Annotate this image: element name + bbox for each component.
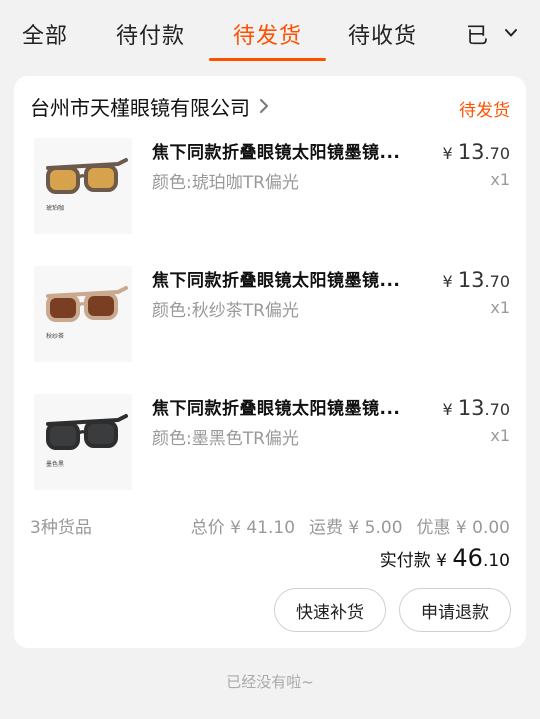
item-price: ¥ 13.70	[443, 140, 510, 164]
item-title[interactable]: 焦下同款折叠眼镜太阳镜墨镜...	[152, 266, 400, 291]
item-spec: 颜色:秋纱茶TR偏光	[152, 301, 299, 321]
product-thumbnail[interactable]: 秋纱茶	[34, 266, 132, 362]
chevron-down-icon[interactable]	[504, 26, 518, 40]
sunglasses-icon	[46, 414, 128, 450]
order-card[interactable]: 台州市天槿眼镜有限公司 待发货 琥珀咖 焦下同款折叠眼镜太阳镜墨镜... 颜色:…	[14, 76, 526, 648]
tab-pending-shipment[interactable]: 待发货	[233, 18, 302, 50]
price-summary: 总价 ¥ 41.10 运费 ¥ 5.00 优惠 ¥ 0.00	[177, 513, 510, 538]
sunglasses-icon	[46, 286, 128, 322]
item-price: ¥ 13.70	[443, 396, 510, 420]
currency-symbol: ¥	[442, 400, 453, 419]
price-decimal: .70	[484, 272, 510, 291]
amount-paid-label: 实付款 ¥	[379, 551, 453, 571]
currency-symbol: ¥	[442, 272, 453, 291]
item-title[interactable]: 焦下同款折叠眼镜太阳镜墨镜...	[152, 138, 400, 163]
thumbnail-caption: 琥珀咖	[46, 205, 65, 212]
item-quantity: x1	[490, 426, 510, 445]
item-title[interactable]: 焦下同款折叠眼镜太阳镜墨镜...	[152, 394, 400, 419]
goods-count: 3种货品	[30, 518, 92, 538]
tab-completed[interactable]: 已	[466, 18, 489, 50]
item-spec: 颜色:墨黑色TR偏光	[152, 429, 299, 449]
item-quantity: x1	[490, 298, 510, 317]
order-tabs: 全部 待付款 待发货 待收货 已	[0, 0, 540, 64]
currency-symbol: ¥	[442, 144, 453, 163]
amount-paid: 实付款 ¥ 46.10	[380, 544, 510, 572]
price-integer: 13	[457, 268, 485, 292]
item-quantity: x1	[490, 170, 510, 189]
request-refund-button[interactable]: 申请退款	[399, 588, 511, 632]
order-status: 待发货	[459, 101, 510, 121]
thumbnail-caption: 墨色黑	[46, 461, 65, 468]
order-item[interactable]: 秋纱茶 焦下同款折叠眼镜太阳镜墨镜... 颜色:秋纱茶TR偏光 ¥ 13.70 …	[14, 266, 526, 376]
shop-name: 台州市天槿眼镜有限公司	[30, 95, 250, 120]
total-price: 总价 ¥ 41.10	[190, 518, 296, 538]
quick-restock-button[interactable]: 快速补货	[274, 588, 386, 632]
order-item[interactable]: 琥珀咖 焦下同款折叠眼镜太阳镜墨镜... 颜色:琥珀咖TR偏光 ¥ 13.70 …	[14, 138, 526, 248]
price-decimal: .70	[484, 144, 510, 163]
end-of-list-text: 已经没有啦~	[226, 673, 314, 691]
tab-pending-receipt[interactable]: 待收货	[348, 18, 417, 50]
tab-all[interactable]: 全部	[22, 18, 68, 50]
price-integer: 13	[457, 396, 485, 420]
chevron-right-icon	[260, 99, 268, 113]
active-tab-indicator	[209, 58, 326, 61]
thumbnail-caption: 秋纱茶	[46, 333, 65, 340]
sunglasses-icon	[46, 158, 128, 194]
product-thumbnail[interactable]: 琥珀咖	[34, 138, 132, 234]
shipping-fee: 运费 ¥ 5.00	[309, 518, 403, 538]
item-spec: 颜色:琥珀咖TR偏光	[152, 173, 299, 193]
amount-paid-decimal: .10	[482, 551, 510, 571]
price-integer: 13	[457, 140, 485, 164]
product-thumbnail[interactable]: 墨色黑	[34, 394, 132, 490]
price-decimal: .70	[484, 400, 510, 419]
amount-paid-integer: 46	[452, 544, 483, 572]
order-item[interactable]: 墨色黑 焦下同款折叠眼镜太阳镜墨镜... 颜色:墨黑色TR偏光 ¥ 13.70 …	[14, 394, 526, 504]
discount: 优惠 ¥ 0.00	[416, 518, 510, 538]
shop-link[interactable]: 台州市天槿眼镜有限公司	[30, 92, 270, 120]
tab-pending-payment[interactable]: 待付款	[116, 18, 185, 50]
item-price: ¥ 13.70	[443, 268, 510, 292]
